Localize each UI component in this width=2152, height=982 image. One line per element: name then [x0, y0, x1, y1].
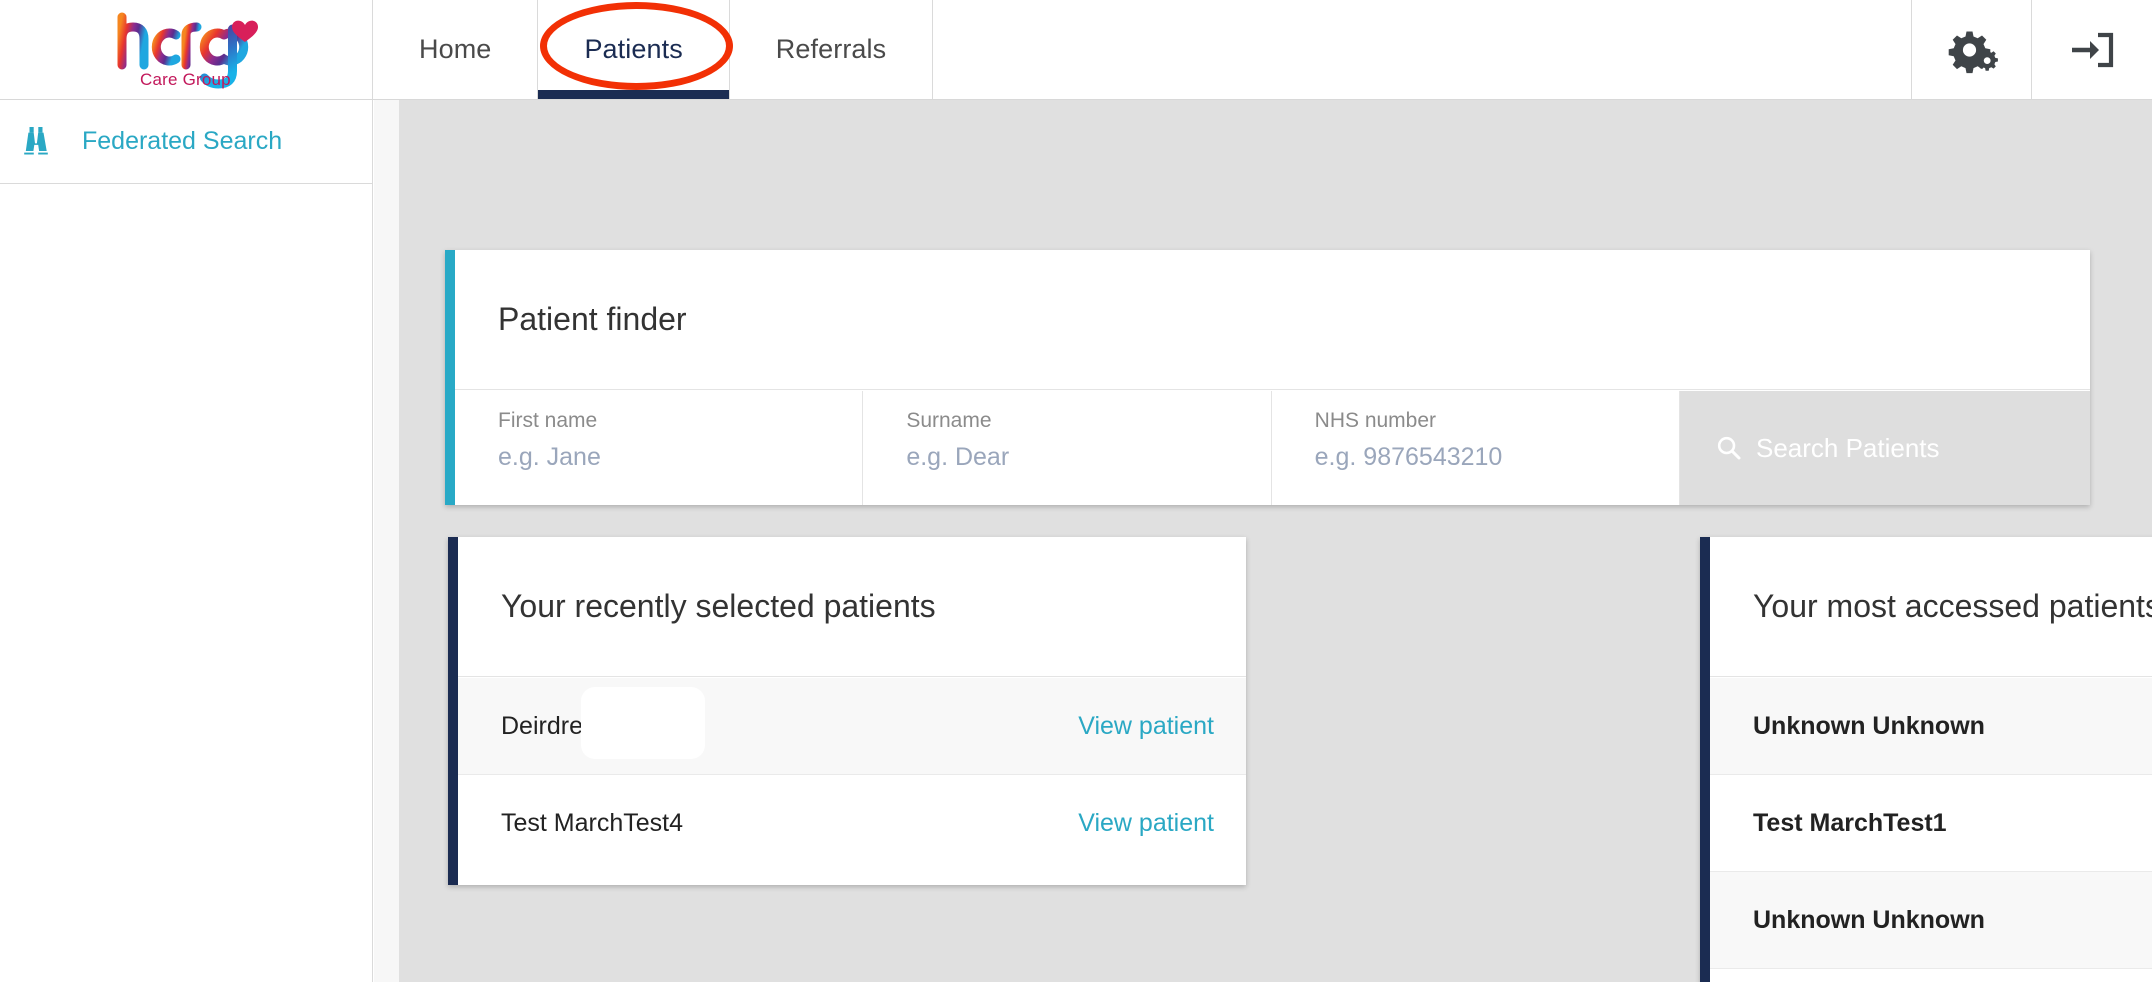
- card-accent-bar: [445, 250, 455, 505]
- card-accent-bar: [448, 537, 458, 885]
- patient-finder-title: Patient finder: [498, 301, 687, 337]
- most-accessed-patients-header: Your most accessed patients: [1700, 537, 2152, 677]
- surname-field[interactable]: Surname e.g. Dear: [863, 391, 1272, 505]
- patient-finder-header: Patient finder: [445, 250, 2090, 390]
- card-accent-bar: [1700, 537, 1710, 982]
- recent-patients-title: Your recently selected patients: [501, 588, 936, 624]
- surname-placeholder: e.g. Dear: [906, 443, 1010, 471]
- patient-name: Test MarchTest1: [1753, 808, 1947, 837]
- patient-name: Unknown Unknown: [1753, 711, 1985, 740]
- settings-button[interactable]: [1912, 0, 2032, 99]
- nhs-number-field[interactable]: NHS number e.g. 9876543210: [1271, 391, 1680, 505]
- binoculars-icon: [8, 125, 64, 159]
- hcrg-logo-svg: Care Group: [117, 12, 258, 89]
- nhs-number-placeholder: e.g. 9876543210: [1314, 443, 1503, 471]
- header-spacer: [933, 0, 1912, 99]
- search-patients-button[interactable]: Search Patients: [1679, 391, 2090, 505]
- most-accessed-patients-list: Unknown Unknown View patient Test MarchT…: [1710, 678, 2152, 982]
- sidebar-item-federated-search-label: Federated Search: [82, 127, 283, 155]
- table-row[interactable]: Unknown Unknown View patient: [1710, 872, 2152, 969]
- most-accessed-patients-card: Your most accessed patients Unknown Unkn…: [1700, 537, 2152, 982]
- patient-finder-card: Patient finder First name e.g. Jane Surn…: [445, 250, 2090, 505]
- hcrg-logo-mark: Care Group: [112, 9, 260, 91]
- view-patient-link[interactable]: View patient: [1078, 809, 1214, 838]
- first-name-label: First name: [498, 409, 598, 432]
- recent-patients-list: Deirdre View patient Test MarchTest4 Vie…: [458, 678, 1246, 885]
- surname-label: Surname: [906, 409, 992, 432]
- primary-nav-tabs: Home Patients Referrals: [373, 0, 934, 99]
- table-row[interactable]: Test MarchTest4 View patient: [1710, 969, 2152, 982]
- sidebar-gutter: [374, 100, 400, 982]
- left-sidebar: Federated Search: [0, 100, 373, 982]
- logout-icon: [2072, 32, 2114, 67]
- main-content-area: Patient finder First name e.g. Jane Surn…: [400, 100, 2152, 982]
- view-patient-link[interactable]: View patient: [1078, 712, 1214, 741]
- logout-button[interactable]: [2032, 0, 2152, 99]
- settings-icon: [1948, 31, 1998, 73]
- patient-finder-fields: First name e.g. Jane Surname e.g. Dear N…: [455, 391, 2090, 505]
- search-icon: [1717, 436, 1741, 460]
- tab-home[interactable]: Home: [373, 0, 539, 99]
- tab-referrals-label: Referrals: [775, 34, 887, 64]
- first-name-placeholder: e.g. Jane: [498, 443, 601, 471]
- table-row[interactable]: Test MarchTest1 View patient: [1710, 775, 2152, 872]
- recent-patients-header: Your recently selected patients: [448, 537, 1246, 677]
- patient-name: Unknown Unknown: [1753, 905, 1985, 934]
- recent-patients-card: Your recently selected patients Deirdre …: [448, 537, 1246, 885]
- svg-text:Care Group: Care Group: [140, 70, 231, 89]
- tab-referrals[interactable]: Referrals: [729, 0, 934, 99]
- tab-patients[interactable]: Patients: [538, 0, 730, 99]
- tab-home-label: Home: [419, 34, 492, 64]
- redaction-box: [581, 686, 705, 759]
- first-name-field[interactable]: First name e.g. Jane: [455, 391, 864, 505]
- table-row[interactable]: Deirdre View patient: [458, 678, 1246, 775]
- application-window: Care Group Home Patients Referrals Feder…: [0, 0, 2152, 982]
- table-row[interactable]: Unknown Unknown View patient: [1710, 678, 2152, 775]
- patient-name: Test MarchTest4: [501, 809, 684, 837]
- search-patients-label: Search Patients: [1755, 432, 1940, 463]
- most-accessed-patients-title: Your most accessed patients: [1753, 588, 2152, 624]
- table-row[interactable]: Test MarchTest4 View patient: [458, 775, 1246, 872]
- brand-logo[interactable]: Care Group: [0, 0, 373, 99]
- patient-name: Deirdre: [501, 686, 705, 759]
- tab-patients-label: Patients: [584, 34, 683, 64]
- sidebar-item-federated-search[interactable]: Federated Search: [0, 100, 372, 184]
- nhs-number-label: NHS number: [1314, 409, 1437, 432]
- top-header: Care Group Home Patients Referrals: [0, 0, 2152, 100]
